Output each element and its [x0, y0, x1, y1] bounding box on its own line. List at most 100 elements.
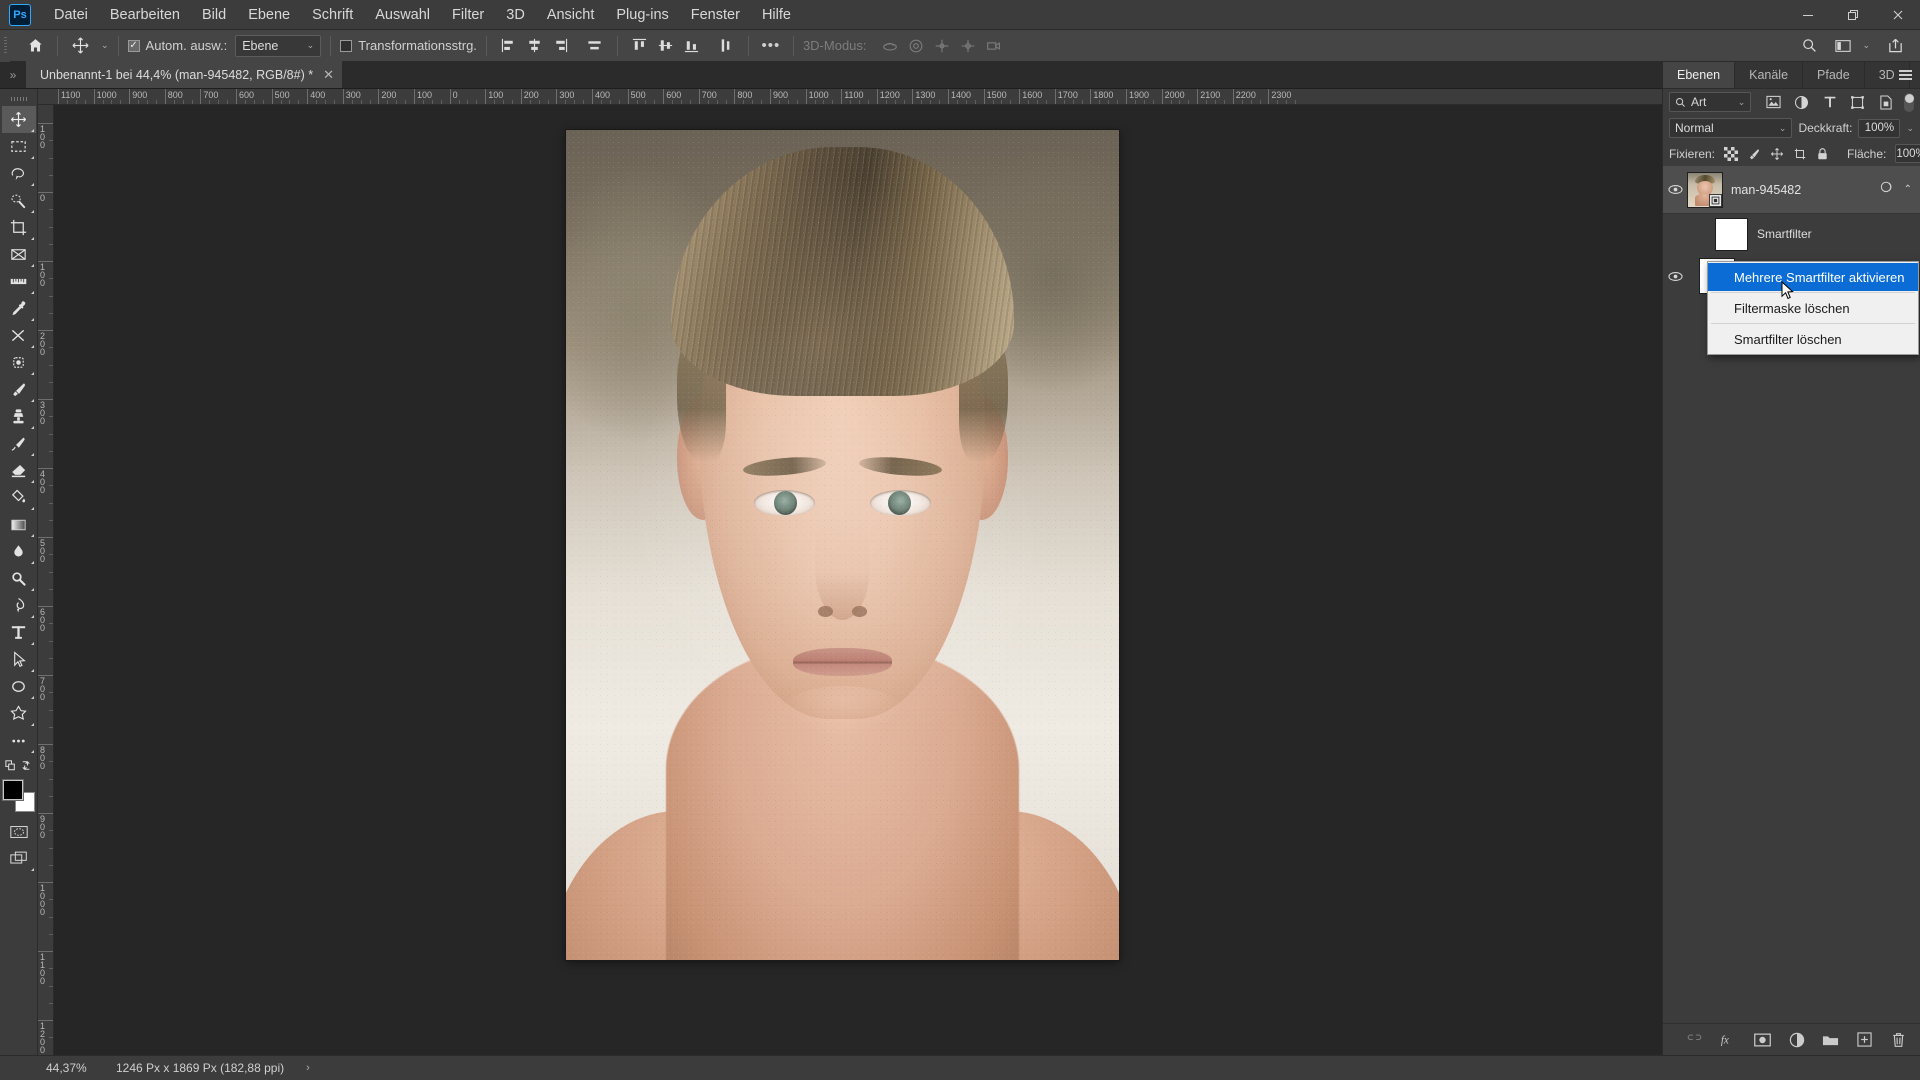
clone-stamp-tool[interactable] [2, 403, 36, 430]
workspace-chevron-down-icon[interactable]: ⌄ [1862, 40, 1870, 51]
zoom-level[interactable]: 44,37% [0, 1061, 108, 1075]
gradient-tool[interactable] [2, 511, 36, 538]
lock-image-icon[interactable] [1747, 146, 1761, 161]
maximize-button[interactable] [1830, 0, 1875, 30]
default-colors-and-swap[interactable] [2, 754, 36, 776]
path-selection-tool[interactable] [2, 646, 36, 673]
link-layers-icon[interactable] [1686, 1031, 1703, 1048]
close-button[interactable] [1875, 0, 1920, 30]
blend-mode-dropdown[interactable]: Normal ⌄ [1669, 118, 1793, 138]
horizontal-ruler[interactable]: 1100 1000 900 800 700 600 500 400 300 200 100 0 100 2… [38, 89, 1662, 105]
eraser-tool[interactable] [2, 457, 36, 484]
type-layer-filter-icon[interactable] [1821, 94, 1838, 111]
rectangular-marquee-tool[interactable] [2, 133, 36, 160]
menu-item-auswahl[interactable]: Auswahl [364, 3, 441, 27]
lasso-tool[interactable] [2, 160, 36, 187]
add-layer-mask-icon[interactable] [1754, 1031, 1771, 1048]
align-left-icon[interactable] [496, 34, 522, 58]
dodge-tool[interactable] [2, 565, 36, 592]
chevron-up-icon[interactable]: ⌃ [1904, 184, 1912, 195]
smart-object-filter-icon[interactable] [1877, 94, 1894, 111]
color-swatches[interactable] [1, 779, 35, 812]
blur-tool[interactable] [2, 538, 36, 565]
shape-layer-filter-icon[interactable] [1849, 94, 1866, 111]
filter-toggle[interactable] [1904, 92, 1914, 112]
menu-item-ebene[interactable]: Ebene [237, 3, 301, 27]
menu-item-fenster[interactable]: Fenster [680, 3, 751, 27]
object-selection-tool[interactable] [2, 187, 36, 214]
align-bottom-icon[interactable] [679, 34, 705, 58]
new-layer-icon[interactable] [1856, 1031, 1873, 1048]
menu-item-plugins[interactable]: Plug-ins [605, 3, 679, 27]
tools-panel-grip[interactable] [2, 92, 36, 106]
menu-item-ansicht[interactable]: Ansicht [536, 3, 606, 27]
frame-tool[interactable] [2, 241, 36, 268]
layer-name[interactable]: man-945482 [1731, 183, 1880, 197]
lock-transparency-icon[interactable] [1724, 146, 1739, 161]
move-tool[interactable] [1, 106, 36, 133]
history-brush-tool[interactable] [2, 430, 36, 457]
workspace-icon[interactable] [1830, 34, 1856, 58]
brush-tool[interactable] [2, 376, 36, 403]
document-tab-close-icon[interactable]: ✕ [323, 67, 334, 83]
custom-shape-tool[interactable] [2, 700, 36, 727]
adjustment-layer-filter-icon[interactable] [1793, 94, 1810, 111]
smart-filter-visibility-icon[interactable] [1880, 180, 1895, 199]
search-icon[interactable] [1796, 34, 1822, 58]
more-options-icon[interactable]: ••• [758, 34, 784, 58]
context-menu-item-enable-multiple-smart-filters[interactable]: Mehrere Smartfilter aktivieren [1708, 263, 1918, 291]
smart-filter-context-menu[interactable]: Mehrere Smartfilter aktivieren Filtermas… [1707, 261, 1919, 355]
options-bar-grip[interactable] [0, 29, 10, 62]
menu-item-bearbeiten[interactable]: Bearbeiten [99, 3, 191, 27]
menu-item-3d[interactable]: 3D [495, 3, 536, 27]
distribute-horizontal-icon[interactable] [582, 34, 608, 58]
vertical-ruler[interactable]: 100 0 100 200 300 400 500 600 700 800 900 1000 1100 1… [38, 105, 54, 1055]
canvas-area[interactable] [54, 105, 1662, 1055]
tab-bar-expand-icon[interactable]: » [0, 61, 26, 88]
horizontal-type-tool[interactable] [2, 619, 36, 646]
patch-tool[interactable] [2, 349, 36, 376]
new-adjustment-layer-icon[interactable] [1788, 1031, 1805, 1048]
layer-style-fx-icon[interactable]: fx [1720, 1031, 1737, 1048]
artboard[interactable] [566, 130, 1119, 960]
crop-tool[interactable] [2, 214, 36, 241]
auto-select-checkbox[interactable]: ✓ [127, 39, 140, 52]
smart-filter-visibility-toggle[interactable] [1663, 271, 1687, 282]
tab-ebenen[interactable]: Ebenen [1663, 62, 1736, 88]
panel-menu-icon[interactable] [1899, 70, 1912, 81]
foreground-color-swatch[interactable] [1, 779, 24, 801]
menu-item-bild[interactable]: Bild [191, 3, 237, 27]
menu-item-hilfe[interactable]: Hilfe [751, 3, 802, 27]
opacity-value[interactable]: 100% [1858, 118, 1901, 138]
layer-row[interactable]: man-945482 ⌃ [1663, 166, 1920, 214]
ruler-tool[interactable] [2, 268, 36, 295]
tool-preset-chevron-down-icon[interactable]: ⌄ [101, 40, 109, 51]
pen-tool[interactable] [2, 592, 36, 619]
lock-artboard-icon[interactable] [1793, 146, 1807, 161]
context-menu-item-delete-filter-mask[interactable]: Filtermaske löschen [1708, 294, 1918, 322]
lock-position-icon[interactable] [1770, 146, 1784, 161]
edit-toolbar-button[interactable] [2, 727, 36, 754]
pixel-layer-filter-icon[interactable] [1765, 94, 1782, 111]
quick-mask-mode-button[interactable] [2, 818, 36, 845]
delete-layer-icon[interactable] [1890, 1031, 1907, 1048]
spot-healing-brush-tool[interactable] [2, 322, 36, 349]
tab-pfade[interactable]: Pfade [1803, 62, 1865, 88]
fill-value[interactable]: 100% [1895, 144, 1920, 163]
transform-controls-checkbox[interactable] [340, 39, 353, 52]
layer-filter-type-dropdown[interactable]: Art ⌄ [1669, 92, 1752, 112]
menu-item-datei[interactable]: Datei [43, 3, 99, 27]
status-expand-icon[interactable]: › [306, 1062, 310, 1074]
lock-all-icon[interactable] [1816, 146, 1829, 161]
move-tool-icon[interactable] [67, 34, 93, 58]
share-icon[interactable] [1882, 34, 1908, 58]
menu-item-filter[interactable]: Filter [441, 3, 495, 27]
minimize-button[interactable] [1785, 0, 1830, 30]
align-top-icon[interactable] [627, 34, 653, 58]
paint-bucket-tool[interactable] [2, 484, 36, 511]
smart-filter-mask-thumbnail[interactable] [1715, 217, 1748, 251]
layer-visibility-toggle[interactable] [1663, 184, 1687, 195]
distribute-vertical-icon[interactable] [713, 34, 739, 58]
eyedropper-tool[interactable] [2, 295, 36, 322]
align-middle-vertical-icon[interactable] [653, 34, 679, 58]
